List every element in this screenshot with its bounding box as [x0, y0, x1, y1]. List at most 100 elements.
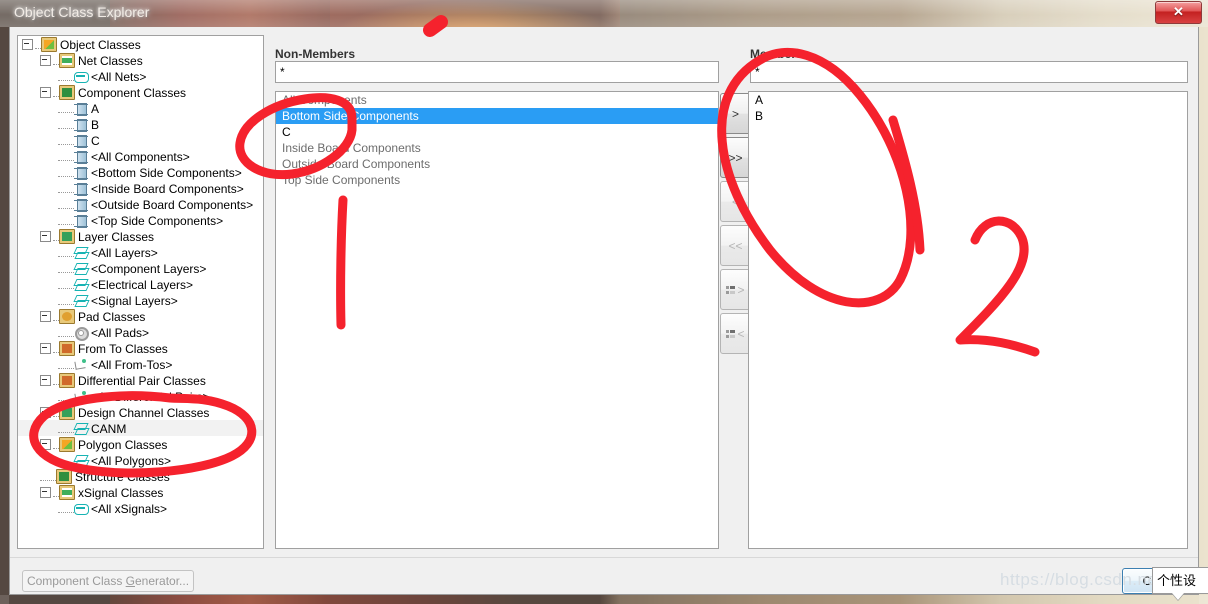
- transfer-button-glyph: <<: [721, 239, 750, 253]
- tree-item-design-channel-classes[interactable]: Design Channel Classes: [18, 404, 263, 421]
- tree-expander-icon[interactable]: [40, 407, 51, 419]
- generator-label-pre: Component Class: [26, 574, 126, 588]
- non-members-listbox[interactable]: All Components Bottom Side Components C Ins…: [275, 91, 719, 549]
- tree-item-component-classes[interactable]: Component Classes: [18, 84, 263, 101]
- tree-item-label: <Bottom Side Components>: [91, 165, 242, 180]
- tree-item-all-components[interactable]: <All Components>: [18, 148, 263, 165]
- tree-expander-icon[interactable]: [40, 87, 51, 99]
- transfer-button-glyph: <: [721, 195, 750, 209]
- transfer-arrow-icon: <<: [728, 239, 743, 253]
- non-members-item[interactable]: Bottom Side Components: [276, 108, 718, 124]
- remove-filtered-button[interactable]: <: [720, 313, 751, 354]
- tree-item-inside-board-components[interactable]: <Inside Board Components>: [18, 180, 263, 197]
- tooltip-tail: [1172, 593, 1184, 600]
- remove-all-button[interactable]: <<: [720, 225, 751, 266]
- non-members-item[interactable]: Inside Board Components: [276, 140, 718, 156]
- members-filter-input[interactable]: [751, 62, 1187, 82]
- folder-design-channel-classes-icon: [59, 405, 75, 421]
- transfer-button-glyph: >: [721, 107, 750, 121]
- tree-item-top-side-components[interactable]: <Top Side Components>: [18, 212, 263, 229]
- non-members-filter-input[interactable]: [276, 62, 718, 82]
- non-members-item[interactable]: Top Side Components: [276, 172, 718, 188]
- add-selected-button[interactable]: >: [720, 93, 751, 134]
- tree-expander-icon[interactable]: [22, 39, 33, 51]
- tree-expander-icon[interactable]: [40, 231, 51, 243]
- from-to-icon: [74, 358, 88, 371]
- tree-item-xsignal-classes[interactable]: xSignal Classes: [18, 484, 263, 501]
- folder-from-to-classes-icon: [59, 341, 75, 357]
- tree-item-differential-pair-classes[interactable]: Differential Pair Classes: [18, 372, 263, 389]
- tree-item-canm[interactable]: CANM: [18, 420, 263, 436]
- tree-item-all-nets[interactable]: <All Nets>: [18, 68, 263, 84]
- tree-expander-icon[interactable]: [40, 439, 51, 451]
- tree-line: [58, 136, 74, 146]
- generator-label-post: enerator...: [135, 574, 190, 588]
- tree-expander-icon[interactable]: [40, 487, 51, 499]
- non-members-item[interactable]: C: [276, 124, 718, 140]
- add-filtered-button[interactable]: >: [720, 269, 751, 310]
- tree-item-component-layers[interactable]: <Component Layers>: [18, 260, 263, 276]
- tree-item-label: Structure Classes: [75, 469, 170, 484]
- folder-object-classes-icon: [41, 37, 57, 53]
- tree-item-label: Polygon Classes: [78, 437, 168, 452]
- tree-item-b[interactable]: B: [18, 116, 263, 133]
- window-close-button[interactable]: ✕: [1155, 1, 1202, 24]
- transfer-button-glyph: >: [721, 283, 750, 297]
- tree-expander-icon[interactable]: [40, 311, 51, 323]
- object-classes-tree[interactable]: Object Classes Net Classes <All Nets> Compo…: [17, 35, 264, 549]
- tree-item-all-from-tos[interactable]: <All From-Tos>: [18, 356, 263, 372]
- tree-item-c[interactable]: C: [18, 132, 263, 149]
- footer-divider: [10, 557, 1198, 558]
- tree-item-signal-layers[interactable]: <Signal Layers>: [18, 292, 263, 308]
- folder-component-classes-icon: [59, 85, 75, 101]
- tree-item-all-layers[interactable]: <All Layers>: [18, 244, 263, 260]
- tree-item-label: <All Layers>: [91, 245, 158, 260]
- tree-item-layer-classes[interactable]: Layer Classes: [18, 228, 263, 245]
- tree-item-label: Component Classes: [78, 85, 187, 100]
- tree-item-pad-classes[interactable]: Pad Classes: [18, 308, 263, 325]
- tree-item-label: <All From-Tos>: [91, 357, 173, 372]
- tree-item-all-polygons[interactable]: <All Polygons>: [18, 452, 263, 468]
- tree-item-object-classes[interactable]: Object Classes: [18, 36, 263, 53]
- tree-item-from-to-classes[interactable]: From To Classes: [18, 340, 263, 357]
- non-members-item[interactable]: Outside Board Components: [276, 156, 718, 172]
- component-icon: [74, 134, 88, 149]
- tree-item-all-xsignals[interactable]: <All xSignals>: [18, 500, 263, 516]
- tree-item-label: <Outside Board Components>: [91, 197, 254, 212]
- tree-item-all-differential-pairs[interactable]: <All Differential Pairs>: [18, 388, 263, 404]
- folder-polygon-classes-icon: [59, 437, 75, 453]
- tree-item-outside-board-components[interactable]: <Outside Board Components>: [18, 196, 263, 213]
- tree-item-a[interactable]: A: [18, 100, 263, 117]
- add-all-button[interactable]: >>: [720, 137, 751, 178]
- tree-expander-icon[interactable]: [40, 55, 51, 67]
- remove-selected-button[interactable]: <: [720, 181, 751, 222]
- non-members-item[interactable]: All Components: [276, 92, 718, 108]
- tree-item-label: <Inside Board Components>: [91, 181, 244, 196]
- tree-line: [58, 200, 74, 210]
- tree-item-net-classes[interactable]: Net Classes: [18, 52, 263, 69]
- transfer-button-glyph: <: [721, 327, 750, 341]
- tree-expander-icon[interactable]: [40, 343, 51, 355]
- tree-item-all-pads[interactable]: <All Pads>: [18, 324, 263, 342]
- members-listbox[interactable]: AB: [748, 91, 1188, 549]
- tree-item-polygon-classes[interactable]: Polygon Classes: [18, 436, 263, 453]
- tree-item-label: <Electrical Layers>: [91, 277, 194, 292]
- members-item[interactable]: A: [749, 92, 1187, 108]
- members-item[interactable]: B: [749, 108, 1187, 124]
- tree-line: [58, 152, 74, 162]
- tree-expander-icon[interactable]: [40, 375, 51, 387]
- tree-item-label: Net Classes: [78, 53, 143, 68]
- window-frame-right: [1199, 27, 1208, 604]
- folder-layer-classes-icon: [59, 229, 75, 245]
- transfer-arrow-icon: >: [737, 283, 745, 297]
- tree-line: [58, 424, 74, 434]
- tree-item-electrical-layers[interactable]: <Electrical Layers>: [18, 276, 263, 292]
- tree-item-label: <Component Layers>: [91, 261, 207, 276]
- component-class-generator-button[interactable]: Component Class Generator...: [22, 570, 194, 592]
- tree-line: [58, 264, 74, 274]
- title-bar[interactable]: Object Class Explorer ✕: [0, 0, 1208, 27]
- tree-item-structure-classes[interactable]: Structure Classes: [18, 468, 263, 485]
- tree-line: [58, 104, 74, 114]
- tree-item-bottom-side-components[interactable]: <Bottom Side Components>: [18, 164, 263, 181]
- tree-item-label: <All Pads>: [91, 325, 150, 340]
